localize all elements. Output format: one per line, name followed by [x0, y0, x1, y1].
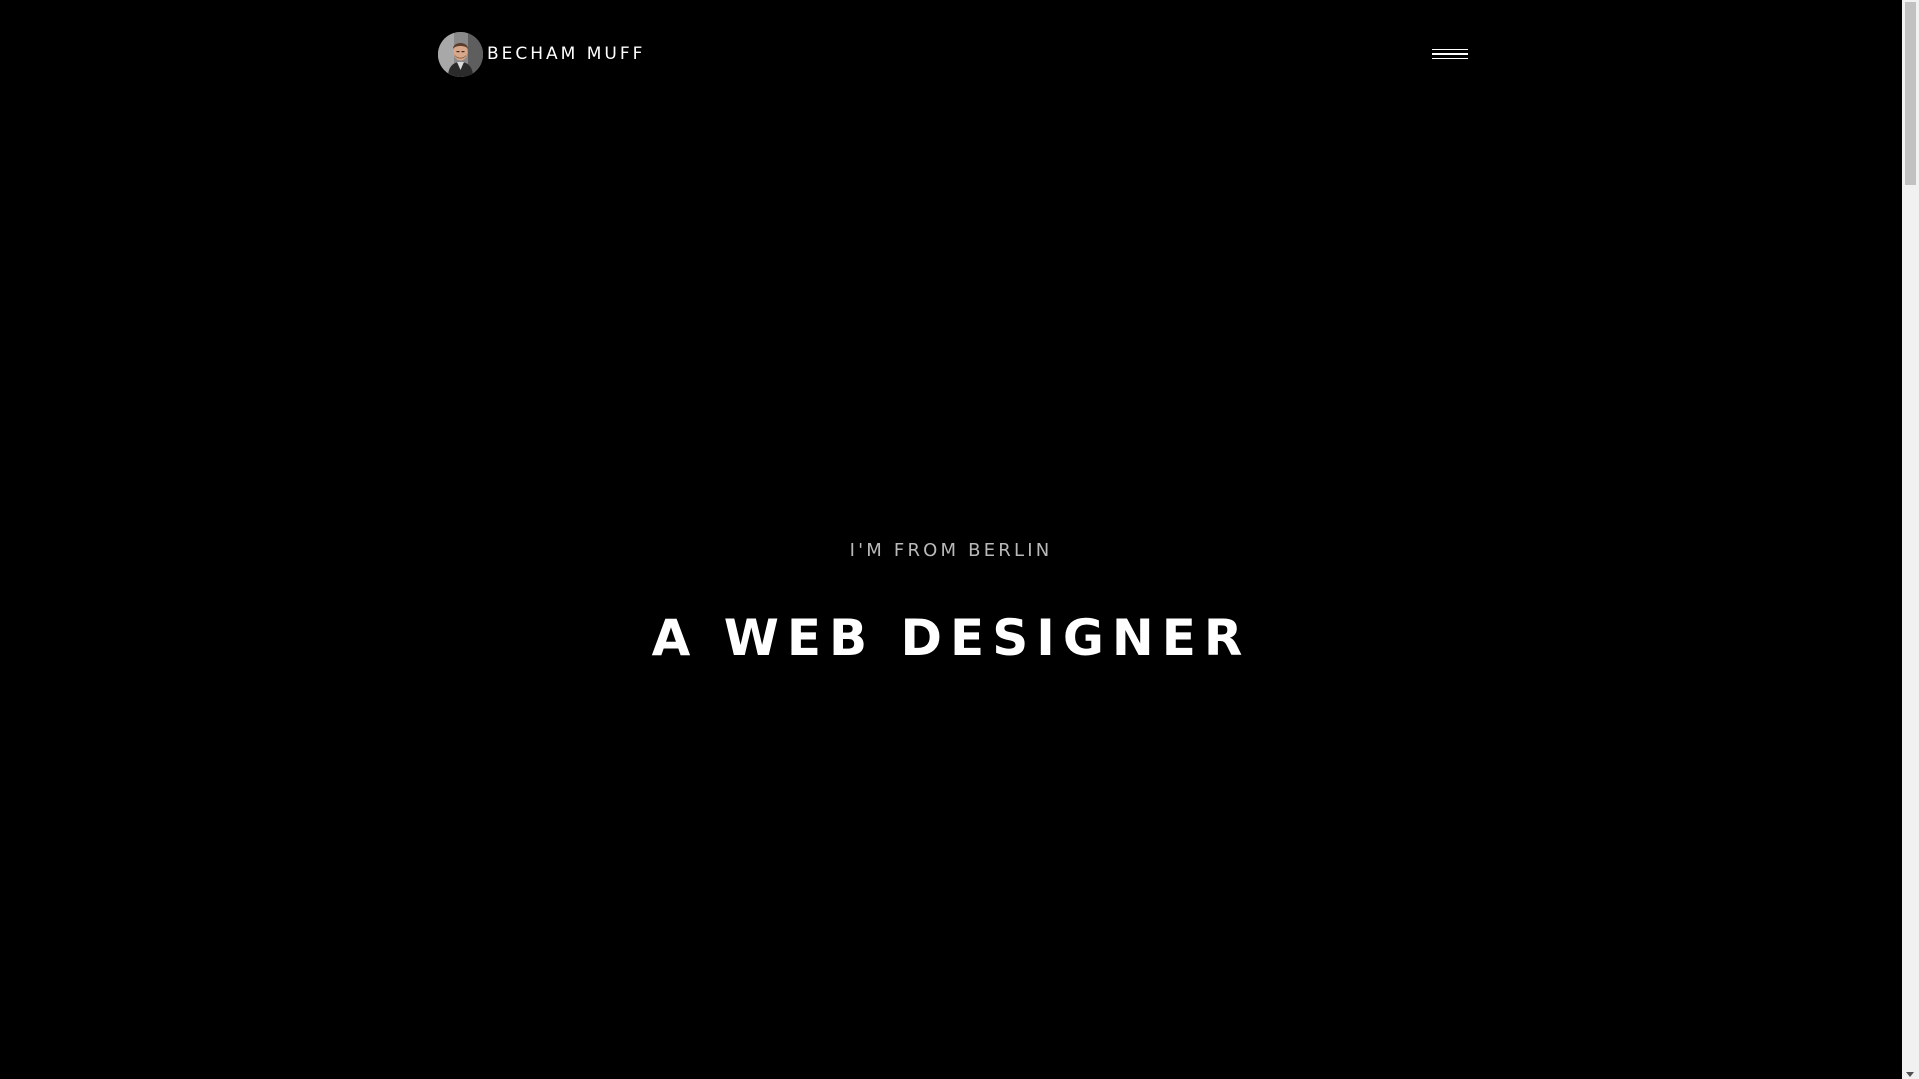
site-header: BECHAM MUFF — [438, 31, 1468, 77]
brand-link[interactable]: BECHAM MUFF — [438, 31, 646, 77]
menu-line — [1432, 48, 1468, 51]
hero-title: A WEB DESIGNER — [651, 609, 1251, 667]
scrollbar-thumb[interactable] — [1905, 2, 1916, 185]
portrait-icon — [438, 31, 483, 77]
hamburger-menu-icon[interactable] — [1432, 44, 1470, 64]
menu-line — [1432, 53, 1468, 55]
hero-subtitle: I'M FROM BERLIN — [849, 540, 1053, 561]
vertical-scrollbar[interactable] — [1902, 0, 1919, 1079]
menu-line — [1432, 57, 1468, 60]
viewport: BECHAM MUFF I'M FROM BERLIN A WEB DESIGN… — [0, 0, 1902, 1079]
scroll-down-arrow-icon[interactable] — [1906, 1072, 1914, 1077]
page: BECHAM MUFF I'M FROM BERLIN A WEB DESIGN… — [0, 0, 1919, 1079]
avatar — [438, 31, 483, 77]
hero-section: I'M FROM BERLIN A WEB DESIGNER — [0, 540, 1902, 667]
brand-name: BECHAM MUFF — [487, 44, 646, 64]
